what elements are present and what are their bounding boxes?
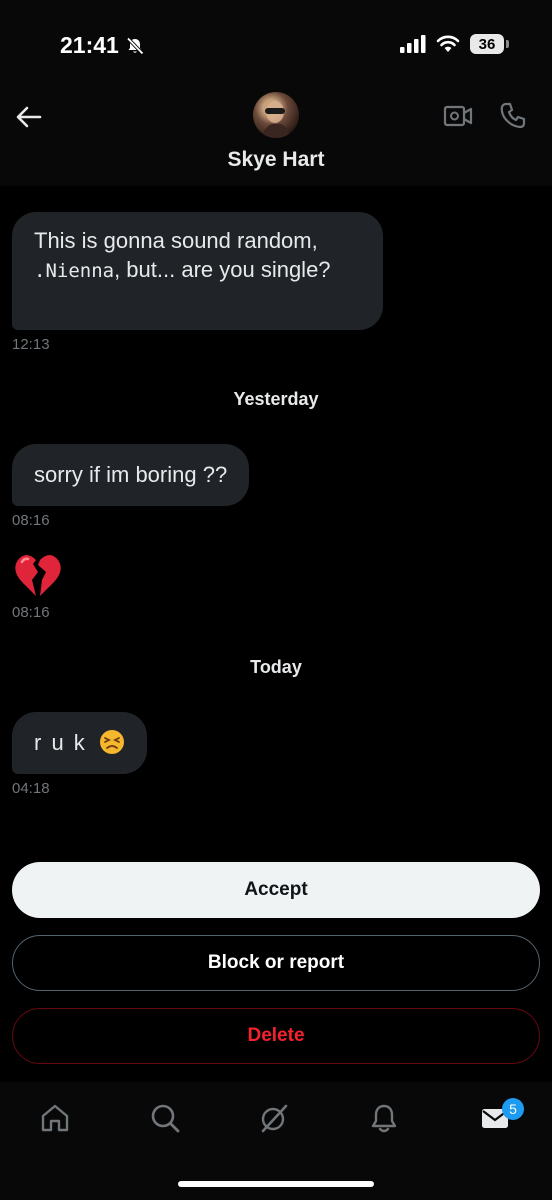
conversation-header: Skye Hart bbox=[0, 90, 552, 186]
bell-slash-icon bbox=[126, 36, 144, 55]
grok-icon[interactable] bbox=[258, 1102, 290, 1134]
message-timestamp: 04:18 bbox=[12, 780, 50, 797]
message-timestamp: 12:13 bbox=[12, 336, 50, 353]
message-timestamp: 08:16 bbox=[12, 604, 50, 621]
phone-call-icon[interactable] bbox=[498, 100, 528, 130]
status-time-container: 21:41 bbox=[60, 32, 145, 59]
search-icon[interactable] bbox=[149, 1102, 181, 1134]
message-timestamp: 08:16 bbox=[12, 512, 50, 529]
message-text-start: This is gonna sound random, bbox=[34, 228, 318, 253]
message-bubble[interactable]: This is gonna sound random, .Nienna, but… bbox=[12, 212, 383, 330]
delete-button[interactable]: Delete bbox=[12, 1008, 540, 1064]
signal-icon bbox=[400, 35, 426, 53]
broken-heart-emoji[interactable] bbox=[14, 552, 62, 598]
date-separator: Today bbox=[250, 657, 302, 677]
battery-level: 36 bbox=[478, 35, 496, 53]
message-text: r u k bbox=[34, 730, 87, 755]
video-call-icon[interactable] bbox=[442, 100, 474, 132]
status-right: 36 bbox=[400, 34, 509, 54]
home-indicator[interactable] bbox=[178, 1181, 374, 1187]
messages-badge: 5 bbox=[502, 1098, 524, 1120]
message-bubble[interactable]: r u k bbox=[12, 712, 147, 774]
accept-button[interactable]: Accept bbox=[12, 862, 540, 918]
message-bubble[interactable]: sorry if im boring ?? bbox=[12, 444, 250, 506]
avatar[interactable] bbox=[253, 92, 299, 138]
block-or-report-button[interactable]: Block or report bbox=[12, 935, 540, 991]
message-text-end: , but... are you single? bbox=[114, 257, 331, 282]
persevering-face-emoji bbox=[99, 730, 124, 754]
status-time: 21:41 bbox=[60, 32, 119, 58]
notifications-icon[interactable] bbox=[368, 1102, 400, 1134]
back-arrow-icon[interactable] bbox=[14, 102, 44, 132]
status-bar: 21:41 36 bbox=[0, 0, 552, 90]
contact-name[interactable]: Skye Hart bbox=[0, 148, 552, 172]
home-icon[interactable] bbox=[39, 1102, 71, 1134]
message-mention: .Nienna bbox=[34, 260, 115, 282]
date-separator: Yesterday bbox=[233, 389, 319, 409]
battery-icon: 36 bbox=[470, 34, 509, 54]
wifi-icon bbox=[436, 35, 460, 52]
message-text: sorry if im boring ?? bbox=[34, 462, 228, 487]
